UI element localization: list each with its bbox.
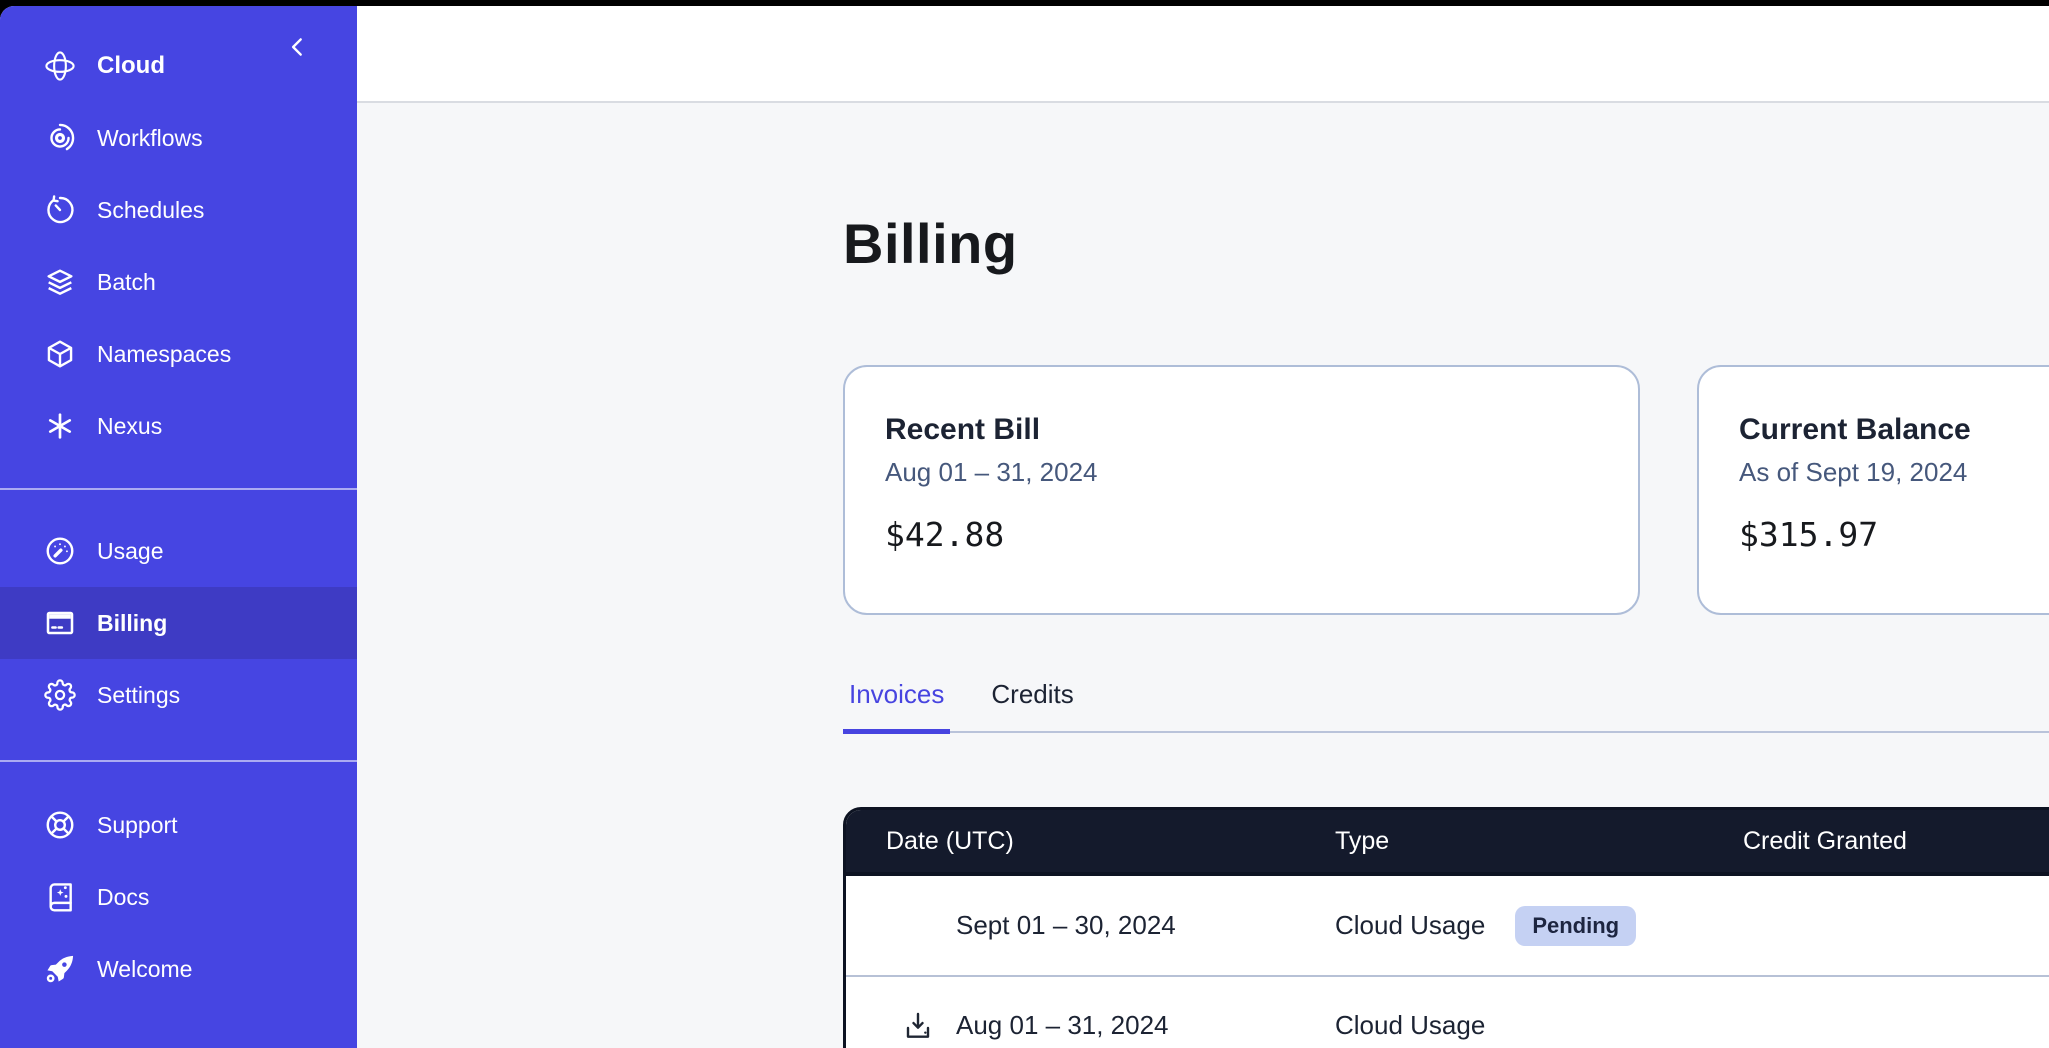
table-row[interactable]: Aug 01 – 31, 2024 Cloud Usage: [846, 975, 2049, 1048]
sidebar-item-label: Namespaces: [97, 341, 231, 368]
invoices-table: Date (UTC) Type Credit Granted Sept 01 –…: [843, 807, 2049, 1048]
summary-cards: Recent Bill Aug 01 – 31, 2024 $42.88 Cur…: [843, 365, 2049, 615]
sidebar-item-workflows[interactable]: Workflows: [0, 102, 357, 174]
sidebar-item-nexus[interactable]: Nexus: [0, 390, 357, 462]
tab-credits[interactable]: Credits: [985, 679, 1079, 734]
column-header-credit: Credit Granted: [1729, 827, 2049, 856]
download-icon-placeholder: [902, 910, 934, 942]
sidebar-item-label: Settings: [97, 682, 180, 709]
sidebar-item-settings[interactable]: Settings: [0, 659, 357, 731]
sidebar-item-label: Billing: [97, 610, 167, 637]
sidebar-item-label: Workflows: [97, 125, 203, 152]
sidebar-nav-help: Support Docs: [0, 789, 357, 1005]
page-title: Billing: [843, 211, 1018, 276]
sidebar-nav-account: Usage Billing: [0, 515, 357, 731]
billing-tabs: Invoices Credits: [843, 679, 2049, 733]
download-invoice-icon[interactable]: [902, 1010, 934, 1042]
sidebar-collapse-button[interactable]: [281, 30, 315, 64]
welcome-rocket-icon: [44, 953, 76, 985]
card-date: As of Sept 19, 2024: [1739, 457, 2049, 488]
card-title: Current Balance: [1739, 413, 2049, 447]
sidebar-item-label: Support: [97, 812, 178, 839]
main-area: Billing Recent Bill Aug 01 – 31, 2024 $4…: [357, 6, 2049, 1048]
card-title: Recent Bill: [885, 413, 1598, 447]
sidebar-item-label: Schedules: [97, 197, 204, 224]
namespaces-cube-icon: [44, 338, 76, 370]
sidebar-item-label: Welcome: [97, 956, 192, 983]
sidebar-item-label: Batch: [97, 269, 156, 296]
sidebar-item-namespaces[interactable]: Namespaces: [0, 318, 357, 390]
top-bar: [357, 6, 2049, 103]
sidebar-item-support[interactable]: Support: [0, 789, 357, 861]
invoice-type: Cloud Usage: [1335, 1010, 1485, 1041]
sidebar-item-docs[interactable]: Docs: [0, 861, 357, 933]
temporal-logo-icon: [44, 50, 76, 82]
sidebar-nav-main: Workflows Schedules: [0, 102, 357, 462]
sidebar: Cloud Workflows: [0, 6, 357, 1048]
sidebar-item-billing[interactable]: Billing: [0, 587, 357, 659]
workflows-icon: [44, 122, 76, 154]
billing-card-icon: [44, 607, 76, 639]
recent-bill-card: Recent Bill Aug 01 – 31, 2024 $42.88: [843, 365, 1640, 615]
sidebar-item-schedules[interactable]: Schedules: [0, 174, 357, 246]
table-header-row: Date (UTC) Type Credit Granted: [846, 810, 2049, 876]
settings-gear-icon: [44, 679, 76, 711]
sidebar-item-batch[interactable]: Batch: [0, 246, 357, 318]
column-header-date: Date (UTC): [846, 827, 1323, 856]
usage-gauge-icon: [44, 535, 76, 567]
tab-invoices[interactable]: Invoices: [843, 679, 950, 734]
schedules-icon: [44, 194, 76, 226]
column-header-type: Type: [1323, 827, 1729, 856]
current-balance-card: Current Balance As of Sept 19, 2024 $315…: [1697, 365, 2049, 615]
card-date-range: Aug 01 – 31, 2024: [885, 457, 1598, 488]
sidebar-divider: [0, 488, 357, 490]
batch-layers-icon: [44, 266, 76, 298]
card-amount: $315.97: [1739, 515, 2049, 554]
card-amount: $42.88: [885, 515, 1598, 554]
sidebar-item-label: Docs: [97, 884, 149, 911]
sidebar-divider: [0, 760, 357, 762]
app-window: Cloud Workflows: [0, 6, 2049, 1048]
status-badge: Pending: [1515, 906, 1636, 946]
support-lifebuoy-icon: [44, 809, 76, 841]
billing-page: Billing Recent Bill Aug 01 – 31, 2024 $4…: [357, 103, 2049, 1048]
table-row[interactable]: Sept 01 – 30, 2024 Cloud Usage Pending: [846, 876, 2049, 975]
sidebar-item-label: Nexus: [97, 413, 162, 440]
sidebar-item-welcome[interactable]: Welcome: [0, 933, 357, 1005]
invoice-type: Cloud Usage: [1335, 910, 1485, 941]
invoice-date: Aug 01 – 31, 2024: [956, 1010, 1169, 1041]
sidebar-item-usage[interactable]: Usage: [0, 515, 357, 587]
sidebar-item-label: Usage: [97, 538, 163, 565]
docs-book-icon: [44, 881, 76, 913]
invoice-date: Sept 01 – 30, 2024: [956, 910, 1176, 941]
nexus-asterisk-icon: [44, 410, 76, 442]
sidebar-app-name: Cloud: [97, 52, 165, 80]
